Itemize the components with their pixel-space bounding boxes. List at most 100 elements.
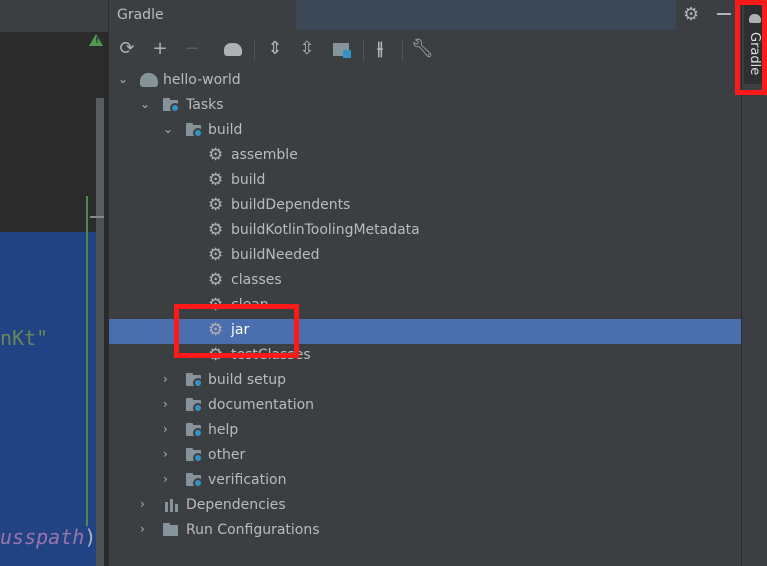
gear-icon: ⚙ — [208, 295, 224, 315]
task-folder-icon — [186, 123, 203, 138]
tree-item-build-group[interactable]: ⌄ build — [109, 119, 741, 144]
toolbar-separator — [363, 40, 364, 60]
task-label: build — [231, 172, 266, 188]
expand-all-icon[interactable]: ⇕ — [264, 38, 286, 60]
tree-item-label: other — [208, 447, 246, 463]
task-label: jar — [231, 322, 250, 338]
gear-icon: ⚙ — [208, 320, 224, 340]
task-item[interactable]: ⚙ assemble — [109, 144, 741, 169]
tree-item-tasks[interactable]: ⌄ Tasks — [109, 94, 741, 119]
header-highlight — [296, 0, 676, 30]
tree-item-label: hello-world — [163, 72, 241, 88]
tree-item-label: build setup — [208, 372, 287, 388]
task-item[interactable]: ⚙ clean — [109, 294, 741, 319]
code-editor[interactable]: ! nKt" usspath) — [0, 0, 108, 566]
code-classpath-text: usspath — [0, 525, 85, 549]
right-tool-stripe: Gradle — [741, 0, 767, 566]
tree-item-label: Tasks — [186, 97, 224, 113]
task-label: testClasses — [231, 347, 311, 363]
gear-icon: ⚙ — [208, 195, 224, 215]
task-label: buildNeeded — [231, 247, 320, 263]
minimize-icon[interactable] — [717, 13, 731, 15]
folder-icon — [163, 523, 179, 536]
gradle-tool-window: Gradle ⚙ ⟳ + − ⇕ ⇳ ⫲ 🔧︎ ⌄ hello-world ⌄ … — [108, 0, 741, 566]
tool-window-title: Gradle — [117, 7, 164, 23]
add-icon[interactable]: + — [149, 38, 171, 60]
gradle-stripe-button[interactable]: Gradle — [744, 4, 766, 84]
tree-item-label: Run Configurations — [186, 522, 320, 538]
task-item[interactable]: ⚙ buildDependents — [109, 194, 741, 219]
toggle-offline-icon[interactable]: ⫲ — [369, 38, 391, 60]
task-label: assemble — [231, 147, 298, 163]
chevron-right-icon[interactable]: › — [163, 447, 168, 461]
chevron-right-icon[interactable]: › — [163, 422, 168, 436]
editor-scrollbar-thumb[interactable] — [96, 98, 104, 216]
task-label: buildKotlinToolingMetadata — [231, 222, 420, 238]
code-line-string[interactable]: nKt" — [0, 326, 48, 350]
editor-marker — [90, 216, 104, 218]
tree-item-label: Dependencies — [186, 497, 286, 513]
tree-item-group[interactable]: › help — [109, 419, 741, 444]
chevron-right-icon[interactable]: › — [140, 522, 145, 536]
task-item[interactable]: ⚙ classes — [109, 269, 741, 294]
chevron-right-icon[interactable]: › — [163, 372, 168, 386]
editor-top-strip — [0, 0, 108, 32]
toolbar-separator — [254, 40, 255, 60]
gear-icon: ⚙ — [208, 145, 224, 165]
chevron-right-icon[interactable]: › — [140, 497, 145, 511]
warning-icon[interactable]: ! — [89, 34, 103, 46]
task-item[interactable]: ⚙ build — [109, 169, 741, 194]
task-item[interactable]: ⚙ buildKotlinToolingMetadata — [109, 219, 741, 244]
gear-icon: ⚙ — [208, 170, 224, 190]
task-folder-icon — [163, 98, 180, 113]
tree-item-label: documentation — [208, 397, 315, 413]
tree-item-group[interactable]: › build setup — [109, 369, 741, 394]
stripe-label: Gradle — [747, 32, 762, 76]
chevron-down-icon[interactable]: ⌄ — [118, 72, 128, 86]
gear-icon: ⚙ — [208, 220, 224, 240]
group-modules-icon[interactable] — [330, 38, 352, 60]
task-label: buildDependents — [231, 197, 351, 213]
tree-item-label: help — [208, 422, 239, 438]
gradle-toolbar: ⟳ + − ⇕ ⇳ ⫲ 🔧︎ — [109, 34, 741, 66]
chevron-right-icon[interactable]: › — [163, 397, 168, 411]
code-line-classpath[interactable]: usspath) — [0, 525, 96, 549]
gear-icon[interactable]: ⚙ — [683, 4, 699, 25]
tree-item-group[interactable]: › verification — [109, 469, 741, 494]
editor-background — [0, 32, 108, 232]
dependencies-icon — [163, 496, 181, 514]
task-item[interactable]: ⚙ buildNeeded — [109, 244, 741, 269]
task-label: classes — [231, 272, 282, 288]
chevron-down-icon[interactable]: ⌄ — [140, 97, 150, 111]
refresh-icon[interactable]: ⟳ — [116, 38, 138, 60]
task-item-selected[interactable]: ⚙ jar — [109, 319, 741, 344]
tool-window-header: Gradle ⚙ — [109, 0, 741, 30]
editor-selection — [0, 232, 96, 566]
elephant-icon[interactable] — [222, 38, 244, 60]
tree-item-root[interactable]: ⌄ hello-world — [109, 69, 741, 94]
tree-item-run-configurations[interactable]: › Run Configurations — [109, 519, 741, 544]
gear-icon: ⚙ — [208, 245, 224, 265]
gear-icon: ⚙ — [208, 345, 224, 365]
tree-item-label: verification — [208, 472, 287, 488]
task-folder-icon — [186, 398, 203, 413]
task-label: clean — [231, 297, 269, 313]
remove-icon[interactable]: − — [181, 38, 203, 60]
editor-indent-guide — [86, 196, 88, 526]
task-item[interactable]: ⚙ testClasses — [109, 344, 741, 369]
chevron-down-icon[interactable]: ⌄ — [163, 122, 173, 136]
toolbar-separator — [402, 40, 403, 60]
elephant-icon — [140, 73, 158, 87]
chevron-right-icon[interactable]: › — [163, 472, 168, 486]
tree-item-group[interactable]: › other — [109, 444, 741, 469]
task-folder-icon — [186, 373, 203, 388]
elephant-icon — [749, 14, 761, 23]
tree-item-dependencies[interactable]: › Dependencies — [109, 494, 741, 519]
gear-icon: ⚙ — [208, 270, 224, 290]
tree-item-label: build — [208, 122, 243, 138]
task-folder-icon — [186, 473, 203, 488]
wrench-icon[interactable]: 🔧︎ — [411, 38, 434, 60]
task-folder-icon — [186, 448, 203, 463]
tree-item-group[interactable]: › documentation — [109, 394, 741, 419]
collapse-all-icon[interactable]: ⇳ — [296, 38, 318, 60]
